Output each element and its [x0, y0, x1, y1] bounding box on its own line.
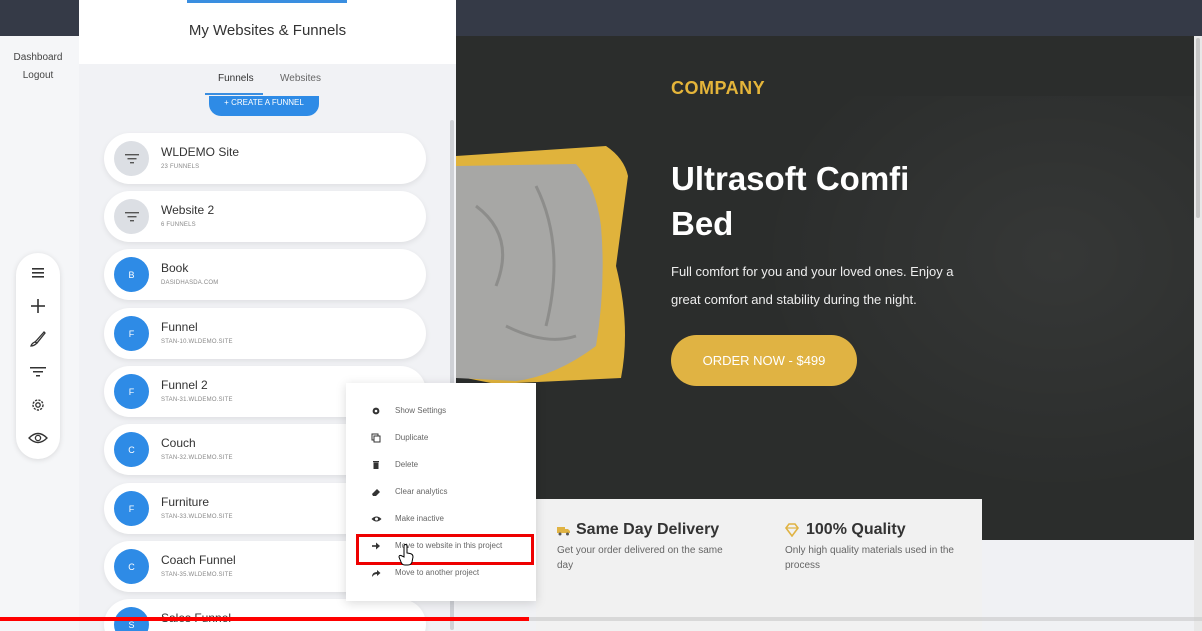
scrollbar-thumb[interactable] — [1196, 38, 1200, 218]
feature-description: Get your order delivered on the same day — [557, 545, 723, 571]
item-subtitle: STAN-32.WLDEMO.SITE — [161, 455, 233, 461]
menu-item-label: Duplicate — [395, 433, 429, 442]
item-subtitle: STAN-33.WLDEMO.SITE — [161, 514, 233, 520]
hand-cursor-icon — [398, 544, 414, 566]
preview-scrollbar[interactable] — [1194, 36, 1202, 631]
avatar: F — [114, 316, 149, 351]
avatar: C — [114, 549, 149, 584]
feature-description: Only high quality materials used in the … — [785, 545, 954, 571]
company-name: COMPANY — [671, 78, 766, 98]
item-subtitle: DASIDHASDA.COM — [161, 280, 219, 286]
menu-item-label: Move to another project — [395, 568, 480, 577]
trash-icon — [369, 458, 383, 472]
gear-icon[interactable] — [26, 393, 50, 417]
menu-item-make-inactive[interactable]: Make inactive — [346, 506, 536, 533]
video-progress-bar[interactable] — [0, 617, 529, 621]
highlight-box — [356, 534, 534, 565]
avatar: B — [114, 257, 149, 292]
menu-item-label: Show Settings — [395, 406, 447, 415]
feature-title: 100% Quality — [806, 521, 906, 538]
item-subtitle: 23 FUNNELS — [161, 164, 200, 170]
avatar: F — [114, 491, 149, 526]
feature-title: Same Day Delivery — [576, 521, 720, 538]
item-name: Funnel 2 — [161, 378, 208, 392]
item-name: Coach Funnel — [161, 553, 236, 567]
truck-icon — [557, 527, 570, 536]
tab-funnels[interactable]: Funnels — [218, 73, 254, 84]
header-accent — [187, 0, 347, 3]
filter-icon — [114, 141, 149, 176]
avatar: F — [114, 374, 149, 409]
create-funnel-button[interactable]: + CREATE A FUNNEL — [209, 96, 319, 116]
item-subtitle: STAN-35.WLDEMO.SITE — [161, 572, 233, 578]
plus-icon[interactable] — [26, 294, 50, 318]
item-subtitle: 6 FUNNELS — [161, 222, 196, 228]
list-item[interactable]: F Funnel STAN-10.WLDEMO.SITE — [104, 308, 426, 359]
tab-websites[interactable]: Websites — [280, 73, 321, 84]
copy-icon — [369, 431, 383, 445]
item-name: Book — [161, 261, 189, 275]
website-preview: COMPANY Ultrasoft Comfi Bed Full comfort… — [456, 36, 1194, 540]
item-subtitle: STAN-31.WLDEMO.SITE — [161, 397, 233, 403]
share-icon — [369, 566, 383, 580]
panel-title: My Websites & Funnels — [188, 22, 347, 39]
active-tab-indicator — [205, 93, 263, 95]
menu-item-clear-analytics[interactable]: Clear analytics — [346, 479, 536, 506]
list-item[interactable]: Website 2 6 FUNNELS — [104, 191, 426, 242]
bed-image — [456, 146, 628, 384]
menu-item-duplicate[interactable]: Duplicate — [346, 425, 536, 452]
list-item[interactable]: B Book DASIDHASDA.COM — [104, 249, 426, 300]
brush-icon[interactable] — [26, 327, 50, 351]
avatar: C — [114, 432, 149, 467]
dashboard-link[interactable]: Dashboard — [0, 52, 76, 63]
menu-item-show-settings[interactable]: Show Settings — [346, 398, 536, 425]
filter-icon — [114, 199, 149, 234]
menu-item-label: Clear analytics — [395, 487, 448, 496]
list-item[interactable]: WLDEMO Site 23 FUNNELS — [104, 133, 426, 184]
item-name: Furniture — [161, 495, 210, 509]
order-now-button[interactable]: ORDER NOW - $499 — [671, 335, 857, 386]
panel-tabs: Funnels Websites — [79, 64, 456, 95]
menu-item-delete[interactable]: Delete — [346, 452, 536, 479]
tool-palette — [16, 253, 60, 459]
list-item[interactable]: S Sales Funnel — [104, 599, 426, 631]
item-subtitle: STAN-10.WLDEMO.SITE — [161, 339, 233, 345]
hero-description: Full comfort for you and your loved ones… — [671, 264, 954, 307]
gear-icon — [369, 404, 383, 418]
item-name: Couch — [161, 436, 196, 450]
item-name: Website 2 — [161, 203, 215, 217]
diamond-icon — [785, 523, 799, 537]
eye-off-icon — [369, 512, 383, 526]
menu-item-label: Make inactive — [395, 514, 444, 523]
filter-icon[interactable] — [26, 360, 50, 384]
item-name: WLDEMO Site — [161, 145, 240, 159]
hero-title: Ultrasoft Comfi Bed — [671, 160, 910, 242]
item-name: Funnel — [161, 320, 198, 334]
menu-item-label: Delete — [395, 460, 419, 469]
features-section: Same Day Delivery Get your order deliver… — [536, 499, 982, 631]
panel-header: My Websites & Funnels — [79, 0, 456, 64]
menu-icon[interactable] — [26, 261, 50, 285]
context-menu: Show Settings Duplicate Delete Clear ana… — [346, 383, 536, 601]
eye-icon[interactable] — [26, 426, 50, 450]
logout-link[interactable]: Logout — [0, 70, 76, 81]
eraser-icon — [369, 485, 383, 499]
